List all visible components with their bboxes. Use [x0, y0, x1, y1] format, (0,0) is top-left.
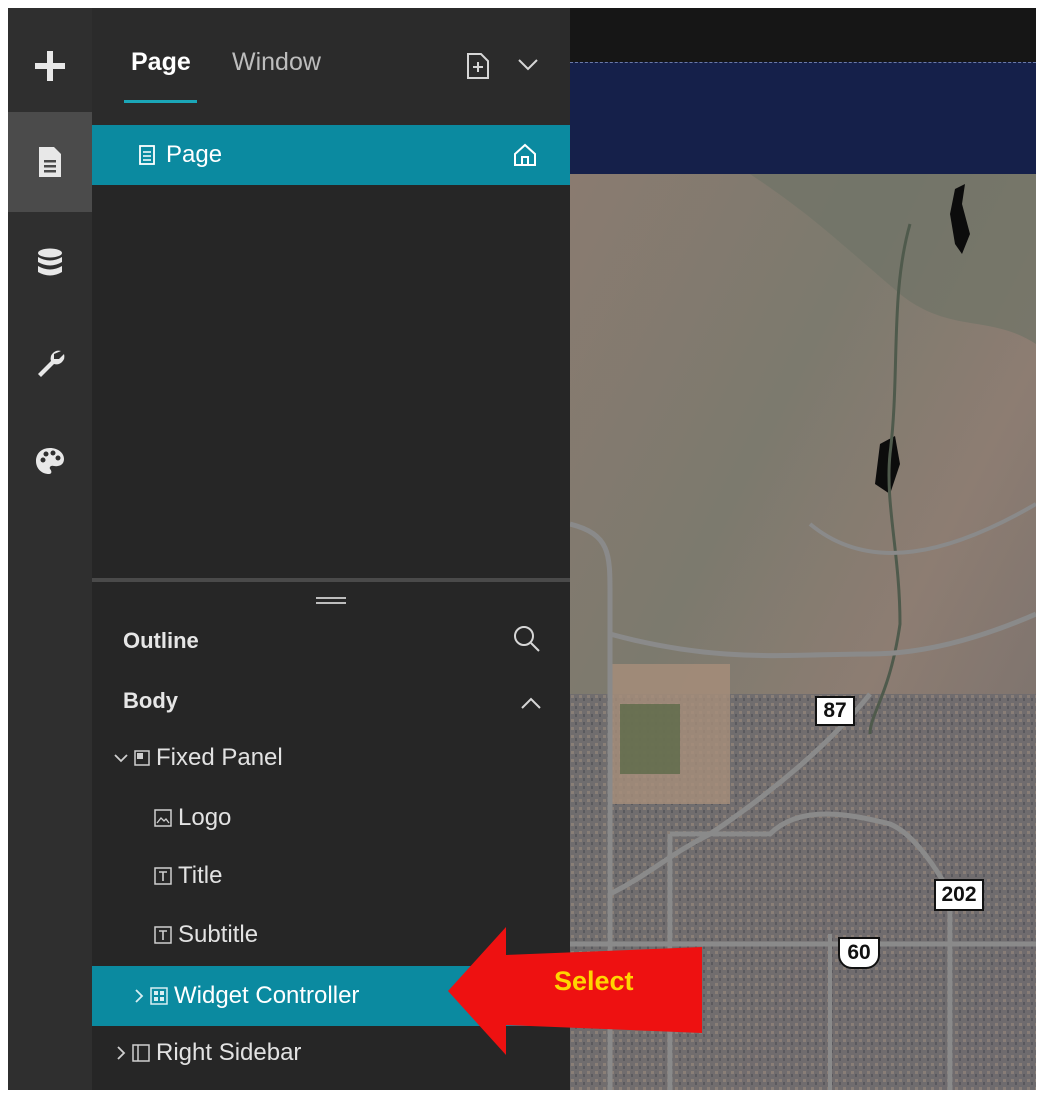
data-button[interactable] — [8, 213, 92, 313]
body-section-label: Body — [123, 688, 178, 713]
outline-item-logo[interactable]: Logo — [154, 788, 231, 848]
outline-title: Outline — [123, 628, 199, 653]
outline-item-right-sidebar[interactable]: Right Sidebar — [116, 1023, 301, 1083]
outline-item-label: Widget Controller — [174, 982, 360, 1009]
add-page-icon[interactable] — [465, 52, 491, 80]
panel-icon — [134, 750, 150, 766]
page-item-label: Page — [166, 141, 223, 168]
chevron-down-icon[interactable] — [114, 753, 128, 763]
outline-item-widget-controller[interactable]: Widget Controller — [134, 966, 359, 1026]
sidebar-icon — [132, 1044, 150, 1062]
header-panel-preview — [570, 62, 1036, 176]
outline-item-fixed-panel[interactable]: Fixed Panel — [114, 728, 283, 788]
resize-handle-icon[interactable] — [316, 597, 346, 605]
outline-item-label: Logo — [178, 804, 232, 831]
widget-icon — [150, 987, 168, 1005]
highway-shield-202: 202 — [934, 879, 984, 911]
page-panel-button[interactable] — [8, 112, 92, 212]
search-icon[interactable] — [512, 624, 542, 654]
palette-icon — [36, 448, 64, 474]
page-icon — [39, 147, 61, 177]
image-icon — [154, 809, 172, 827]
left-toolbar — [8, 8, 92, 1090]
text-icon — [154, 926, 172, 944]
plus-icon — [35, 51, 65, 81]
outline-item-label: Subtitle — [178, 921, 259, 948]
active-tab-indicator — [124, 100, 197, 103]
outline-item-title[interactable]: Title — [154, 846, 222, 906]
wrench-icon — [38, 350, 65, 377]
outline-item-label: Title — [178, 862, 223, 889]
canvas-top-bar — [570, 8, 1036, 62]
highway-shield-60: 60 — [838, 937, 880, 969]
panel-header: Page Window — [92, 8, 570, 125]
text-icon — [154, 867, 172, 885]
outline-item-label: Fixed Panel — [156, 744, 283, 771]
outline-item-subtitle[interactable]: Subtitle — [154, 905, 258, 965]
database-icon — [38, 248, 62, 276]
home-icon[interactable] — [512, 142, 538, 168]
chevron-right-icon[interactable] — [116, 1046, 126, 1060]
outline-item-label: Right Sidebar — [156, 1039, 302, 1066]
theme-button[interactable] — [8, 411, 92, 511]
settings-button[interactable] — [8, 313, 92, 413]
page-list-item[interactable]: Page — [92, 125, 570, 185]
page-outline-icon — [139, 145, 155, 165]
chevron-right-icon[interactable] — [134, 989, 144, 1003]
highway-shield-87: 87 — [815, 696, 855, 726]
callout-label: Select — [554, 966, 634, 996]
chevron-down-icon[interactable] — [517, 58, 539, 72]
panel-splitter[interactable] — [92, 578, 570, 582]
tab-page[interactable]: Page — [131, 48, 191, 77]
chevron-up-icon[interactable] — [520, 696, 542, 710]
tab-window[interactable]: Window — [232, 48, 321, 77]
add-button[interactable] — [8, 16, 92, 116]
